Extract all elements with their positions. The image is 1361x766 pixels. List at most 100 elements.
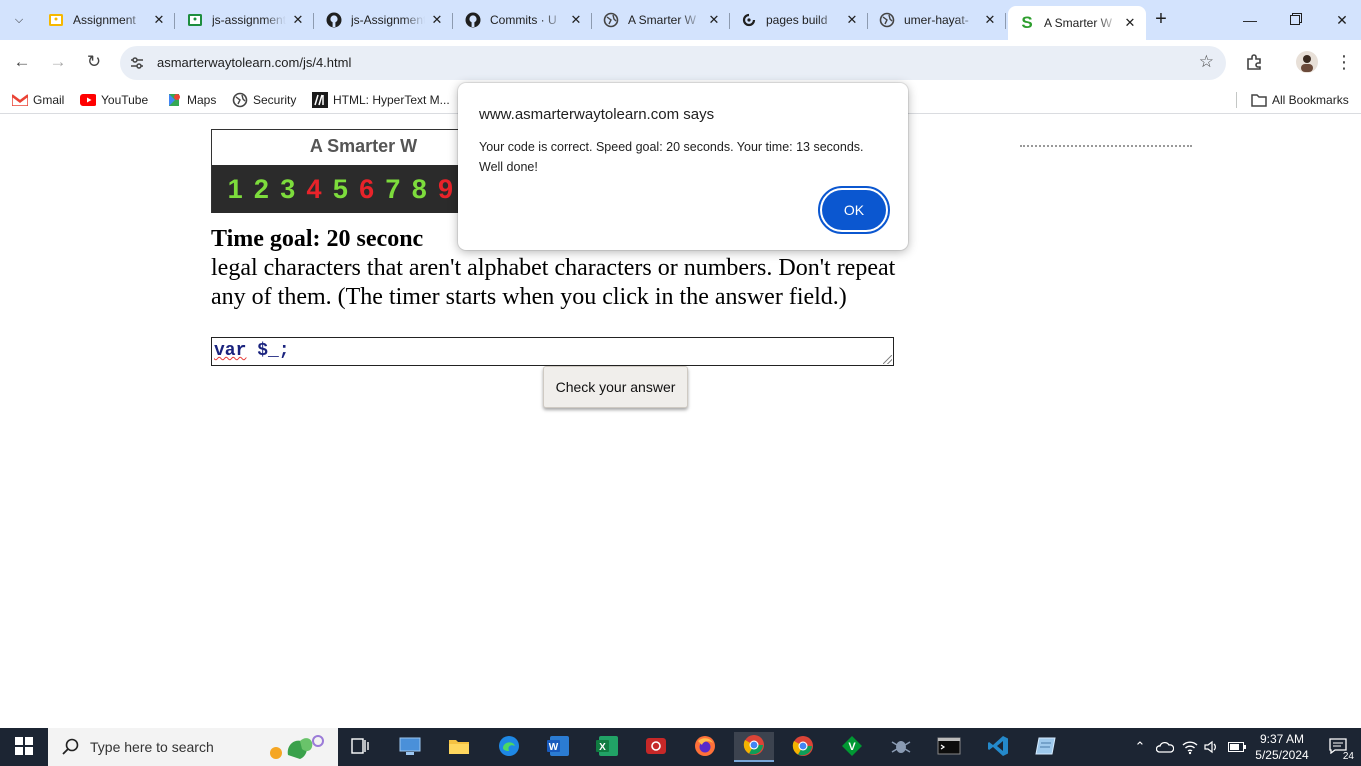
url-text[interactable]: asmarterwaytolearn.com/js/4.html bbox=[157, 55, 351, 70]
close-icon[interactable]: ✕ bbox=[151, 12, 167, 28]
question-line2: legal characters that aren't alphabet ch… bbox=[211, 255, 896, 281]
tab-1[interactable]: js-assignment ✕ bbox=[176, 6, 314, 34]
all-bookmarks-label: All Bookmarks bbox=[1272, 93, 1349, 107]
taskbar-app-desktop[interactable] bbox=[390, 732, 430, 762]
close-icon[interactable]: ✕ bbox=[290, 12, 306, 28]
chrome-icon bbox=[743, 734, 765, 759]
notepad-icon bbox=[1035, 736, 1057, 759]
extensions-icon[interactable] bbox=[1243, 51, 1265, 73]
bookmark-gmail[interactable]: Gmail bbox=[12, 91, 64, 109]
taskbar-app-file-explorer[interactable] bbox=[439, 732, 479, 762]
chapter-link[interactable]: 2 bbox=[248, 174, 274, 205]
taskbar-search[interactable]: Type here to search bbox=[48, 728, 338, 766]
show-hidden-icons[interactable]: ⌃ bbox=[1130, 728, 1150, 766]
chapter-link[interactable]: 3 bbox=[275, 174, 301, 205]
arrow-right-icon: → bbox=[49, 52, 67, 71]
ok-button[interactable]: OK bbox=[818, 186, 890, 234]
taskbar-app-vscode[interactable] bbox=[978, 732, 1018, 762]
tab-3[interactable]: Commits · U ✕ bbox=[454, 6, 592, 34]
tab-7-active[interactable]: S A Smarter W ✕ bbox=[1008, 6, 1146, 40]
taskbar-app-edge[interactable] bbox=[489, 732, 529, 762]
chapter-link[interactable]: 8 bbox=[406, 174, 432, 205]
close-icon[interactable]: ✕ bbox=[982, 12, 998, 28]
taskbar-app-recorder[interactable] bbox=[636, 732, 676, 762]
close-icon[interactable]: ✕ bbox=[1122, 15, 1138, 31]
check-answer-button[interactable]: Check your answer bbox=[543, 366, 688, 408]
chapter-link[interactable]: 6 bbox=[353, 174, 379, 205]
taskbar-app-notepad[interactable] bbox=[1026, 732, 1066, 762]
close-icon[interactable]: ✕ bbox=[844, 12, 860, 28]
close-icon[interactable]: ✕ bbox=[429, 12, 445, 28]
youtube-icon bbox=[80, 92, 96, 108]
menu-icon[interactable]: ⋮ bbox=[1333, 51, 1355, 73]
chevron-up-icon: ⌃ bbox=[1134, 739, 1146, 754]
computer-icon bbox=[399, 736, 421, 759]
restore-icon bbox=[1290, 12, 1302, 28]
task-view-button[interactable] bbox=[340, 732, 380, 762]
taskbar-app-chrome-profile[interactable] bbox=[783, 732, 823, 762]
taskbar-app-word[interactable]: W bbox=[538, 732, 578, 762]
tab-4[interactable]: A Smarter W ✕ bbox=[592, 6, 730, 34]
bookmark-security[interactable]: Security bbox=[232, 91, 296, 109]
restore-button[interactable] bbox=[1273, 0, 1319, 40]
taskbar-app-chrome-active[interactable] bbox=[734, 732, 774, 762]
tab-search-button[interactable]: ⌵ bbox=[6, 8, 32, 32]
tab-5[interactable]: pages build ✕ bbox=[730, 6, 868, 34]
camera-icon bbox=[645, 736, 667, 759]
network-icon[interactable] bbox=[1179, 728, 1201, 766]
taskbar-app-debugger[interactable] bbox=[881, 732, 921, 762]
answer-keyword: var bbox=[214, 341, 247, 361]
address-bar[interactable]: asmarterwaytolearn.com/js/4.html ☆ bbox=[120, 46, 1226, 80]
taskbar-app-terminal[interactable] bbox=[929, 732, 969, 762]
tab-0[interactable]: Assignment ✕ bbox=[37, 6, 175, 34]
chevron-down-icon: ⌵ bbox=[14, 13, 24, 26]
gmail-icon bbox=[12, 92, 28, 108]
time-goal: Time goal: 20 seconc bbox=[211, 226, 424, 252]
close-icon[interactable]: ✕ bbox=[706, 12, 722, 28]
close-window-button[interactable]: ✕ bbox=[1319, 0, 1361, 40]
question-line3: any of them. (The timer starts when you … bbox=[211, 284, 847, 310]
bookmark-maps[interactable]: Maps bbox=[166, 91, 216, 109]
system-clock[interactable]: 9:37 AM 5/25/2024 bbox=[1252, 731, 1312, 763]
globe-icon bbox=[232, 92, 248, 108]
taskbar-app-excel[interactable]: X bbox=[587, 732, 627, 762]
star-icon[interactable]: ☆ bbox=[1199, 52, 1214, 72]
tab-6[interactable]: umer-hayat- ✕ bbox=[868, 6, 1006, 34]
start-button[interactable] bbox=[0, 728, 48, 766]
reload-button[interactable]: ↻ bbox=[82, 50, 106, 74]
resize-handle[interactable] bbox=[883, 355, 892, 364]
notification-center-button[interactable]: 24 bbox=[1318, 728, 1358, 766]
minimize-button[interactable]: — bbox=[1227, 0, 1273, 40]
taskbar-app-vim[interactable]: V bbox=[832, 732, 872, 762]
tab-title: pages build bbox=[766, 13, 828, 27]
site-title: A Smarter W bbox=[309, 136, 418, 156]
forward-button[interactable]: → bbox=[46, 50, 70, 74]
task-view-icon bbox=[351, 737, 369, 757]
smarter-way-icon: S bbox=[1021, 13, 1033, 32]
onedrive-icon[interactable] bbox=[1154, 728, 1176, 766]
chapter-link[interactable]: 4 bbox=[301, 174, 327, 205]
profile-avatar[interactable] bbox=[1296, 51, 1318, 73]
all-bookmarks[interactable]: All Bookmarks bbox=[1251, 91, 1349, 109]
vim-icon: V bbox=[841, 735, 863, 760]
bookmark-youtube[interactable]: YouTube bbox=[80, 91, 148, 109]
volume-icon[interactable] bbox=[1202, 728, 1222, 766]
site-info-icon[interactable] bbox=[129, 55, 145, 71]
answer-rest: $_; bbox=[246, 341, 290, 361]
bookmark-mdn[interactable]: HTML: HyperText M... bbox=[312, 91, 450, 109]
chapter-link[interactable]: 9 bbox=[432, 174, 458, 205]
close-icon[interactable]: ✕ bbox=[568, 12, 584, 28]
chapter-link[interactable]: 7 bbox=[380, 174, 406, 205]
search-placeholder: Type here to search bbox=[90, 739, 214, 755]
chapter-link[interactable]: 5 bbox=[327, 174, 353, 205]
back-button[interactable]: ← bbox=[10, 50, 34, 74]
chapter-link[interactable]: 1 bbox=[222, 174, 248, 205]
answer-field[interactable]: var $_; bbox=[211, 337, 894, 366]
tab-title: umer-hayat- bbox=[904, 13, 969, 27]
github-icon bbox=[326, 12, 342, 28]
windows-icon bbox=[15, 736, 33, 758]
taskbar-app-firefox[interactable] bbox=[685, 732, 725, 762]
new-tab-button[interactable]: + bbox=[1150, 8, 1172, 32]
battery-icon[interactable] bbox=[1226, 728, 1248, 766]
tab-2[interactable]: js-Assignment ✕ bbox=[315, 6, 453, 34]
